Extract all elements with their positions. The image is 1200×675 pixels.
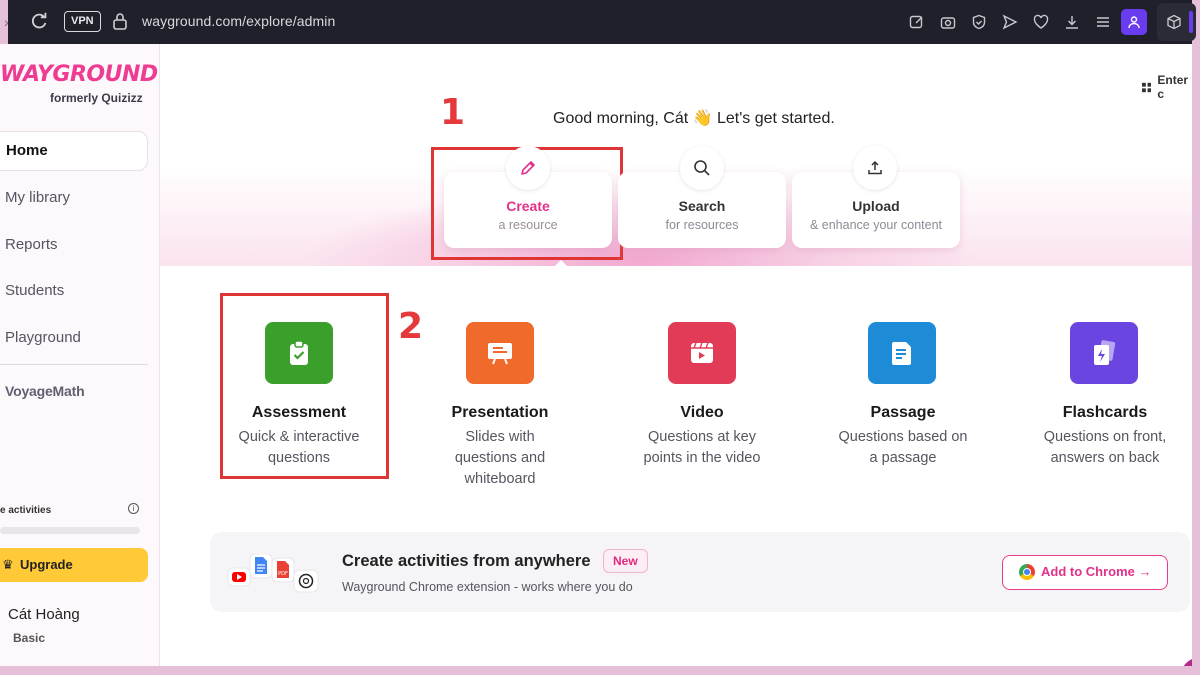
search-icon xyxy=(680,146,724,190)
back-arrow-icon[interactable]: › xyxy=(4,14,9,30)
create-card-subtitle: a resource xyxy=(498,218,558,232)
enter-code-button[interactable]: Enter c xyxy=(1142,73,1192,101)
menu-lines-icon[interactable] xyxy=(1087,11,1118,33)
address-bar[interactable]: wayground.com/explore/admin xyxy=(142,13,335,29)
active-card-pointer xyxy=(554,260,568,267)
desc-line: Questions at key xyxy=(648,429,756,445)
user-name[interactable]: Cát Hoàng xyxy=(8,606,80,623)
lock-icon[interactable] xyxy=(112,12,128,30)
passage-icon[interactable] xyxy=(868,322,936,384)
crown-icon: ♛ xyxy=(2,557,14,572)
sidebar-indicator xyxy=(1189,11,1193,33)
activities-label: e activities xyxy=(0,505,52,516)
type-title-flashcards: Flashcards xyxy=(1062,404,1148,421)
chrome-icon xyxy=(1019,564,1035,580)
download-icon[interactable] xyxy=(1056,11,1087,33)
desc-line: Slides with xyxy=(465,429,535,445)
chrome-extension-banner: PDF Create activities from anywhere New … xyxy=(210,532,1190,612)
add-to-chrome-button[interactable]: Add to Chrome → xyxy=(1002,555,1168,590)
upload-card-title: Upload xyxy=(852,198,900,214)
banner-title: Create activities from anywhere xyxy=(342,552,591,570)
user-plan: Basic xyxy=(13,631,46,645)
enter-code-label: Enter c xyxy=(1157,73,1189,101)
sidebar-item-playground[interactable]: Playground xyxy=(5,329,81,346)
sidebar: WAYGROUND formerly Quizizz Home My libra… xyxy=(0,44,160,666)
type-desc-video: Questions at key points in the video xyxy=(612,427,792,469)
app-window: WAYGROUND formerly Quizizz Home My libra… xyxy=(0,44,1192,666)
app-icons-cluster: PDF xyxy=(227,554,319,593)
create-card-title: Create xyxy=(506,198,550,214)
desc-line: a passage xyxy=(869,450,937,466)
type-title-passage: Passage xyxy=(870,404,936,421)
type-desc-flashcards: Questions on front, answers on back xyxy=(1015,427,1192,469)
extensions-area xyxy=(1157,3,1196,41)
video-icon[interactable] xyxy=(668,322,736,384)
sidebar-divider xyxy=(0,364,148,365)
greeting-text: Good morning, Cát 👋 Let's get started. xyxy=(553,110,835,127)
sidebar-item-students[interactable]: Students xyxy=(5,282,64,299)
desc-line: answers on back xyxy=(1050,450,1160,466)
desc-line: Quick & interactive xyxy=(238,429,360,445)
desc-line: Questions on front, xyxy=(1043,429,1167,445)
toolbar-icons xyxy=(901,11,1118,33)
upgrade-label: Upgrade xyxy=(20,557,73,572)
type-title-presentation: Presentation xyxy=(451,404,549,421)
browser-toolbar: › VPN wayground.com/explore/admin xyxy=(4,0,1196,44)
sidebar-item-voyagemath[interactable]: VoyageMath xyxy=(5,383,85,399)
desc-line: Questions based on xyxy=(838,429,968,445)
type-desc-presentation: Slides with questions and whiteboard xyxy=(410,427,590,490)
upload-card-subtitle: & enhance your content xyxy=(809,218,943,232)
heart-icon[interactable] xyxy=(1025,11,1056,33)
type-title-video: Video xyxy=(680,404,724,421)
search-card-title: Search xyxy=(678,198,726,214)
desc-line: whiteboard xyxy=(464,471,536,487)
sidebar-item-my-library[interactable]: My library xyxy=(5,189,70,206)
new-badge: New xyxy=(603,549,648,573)
type-title-assessment: Assessment xyxy=(251,404,347,421)
add-to-chrome-label: Add to Chrome → xyxy=(1041,564,1152,579)
upgrade-button[interactable]: ♛ Upgrade xyxy=(0,548,148,582)
edit-icon[interactable] xyxy=(901,11,932,33)
search-card-subtitle: for resources xyxy=(665,218,739,232)
annotation-number-2: 2 xyxy=(398,306,424,347)
send-icon[interactable] xyxy=(994,11,1025,33)
banner-subtitle: Wayground Chrome extension - works where… xyxy=(342,580,633,594)
type-desc-passage: Questions based on a passage xyxy=(813,427,993,469)
camera-icon[interactable] xyxy=(932,11,963,33)
info-icon[interactable]: i xyxy=(128,503,139,514)
vpn-badge[interactable]: VPN xyxy=(64,11,101,32)
activities-progress-bar xyxy=(0,527,140,534)
grid-icon xyxy=(1142,82,1152,92)
presentation-icon[interactable] xyxy=(466,322,534,384)
flashcards-icon[interactable] xyxy=(1070,322,1138,384)
desc-line: questions xyxy=(267,450,331,466)
clipboard-check-icon[interactable] xyxy=(265,322,333,384)
profile-icon[interactable] xyxy=(1121,9,1147,35)
desc-line: questions and xyxy=(454,450,546,466)
upload-icon xyxy=(853,146,897,190)
annotation-number-1: 1 xyxy=(440,92,466,133)
svg-text:PDF: PDF xyxy=(278,571,288,577)
reload-icon[interactable] xyxy=(28,10,50,32)
type-desc-assessment: Quick & interactive questions xyxy=(209,427,389,469)
brand-subtitle: formerly Quizizz xyxy=(50,91,143,105)
desc-line: points in the video xyxy=(643,450,761,466)
cube-icon[interactable] xyxy=(1166,14,1182,30)
brand-logo[interactable]: WAYGROUND xyxy=(0,62,158,87)
pencil-icon xyxy=(506,146,550,190)
main-content: Enter c Good morning, Cát 👋 Let's get st… xyxy=(160,44,1192,666)
shield-icon[interactable] xyxy=(963,11,994,33)
sidebar-item-home[interactable]: Home xyxy=(0,131,148,171)
sidebar-item-reports[interactable]: Reports xyxy=(5,236,58,253)
